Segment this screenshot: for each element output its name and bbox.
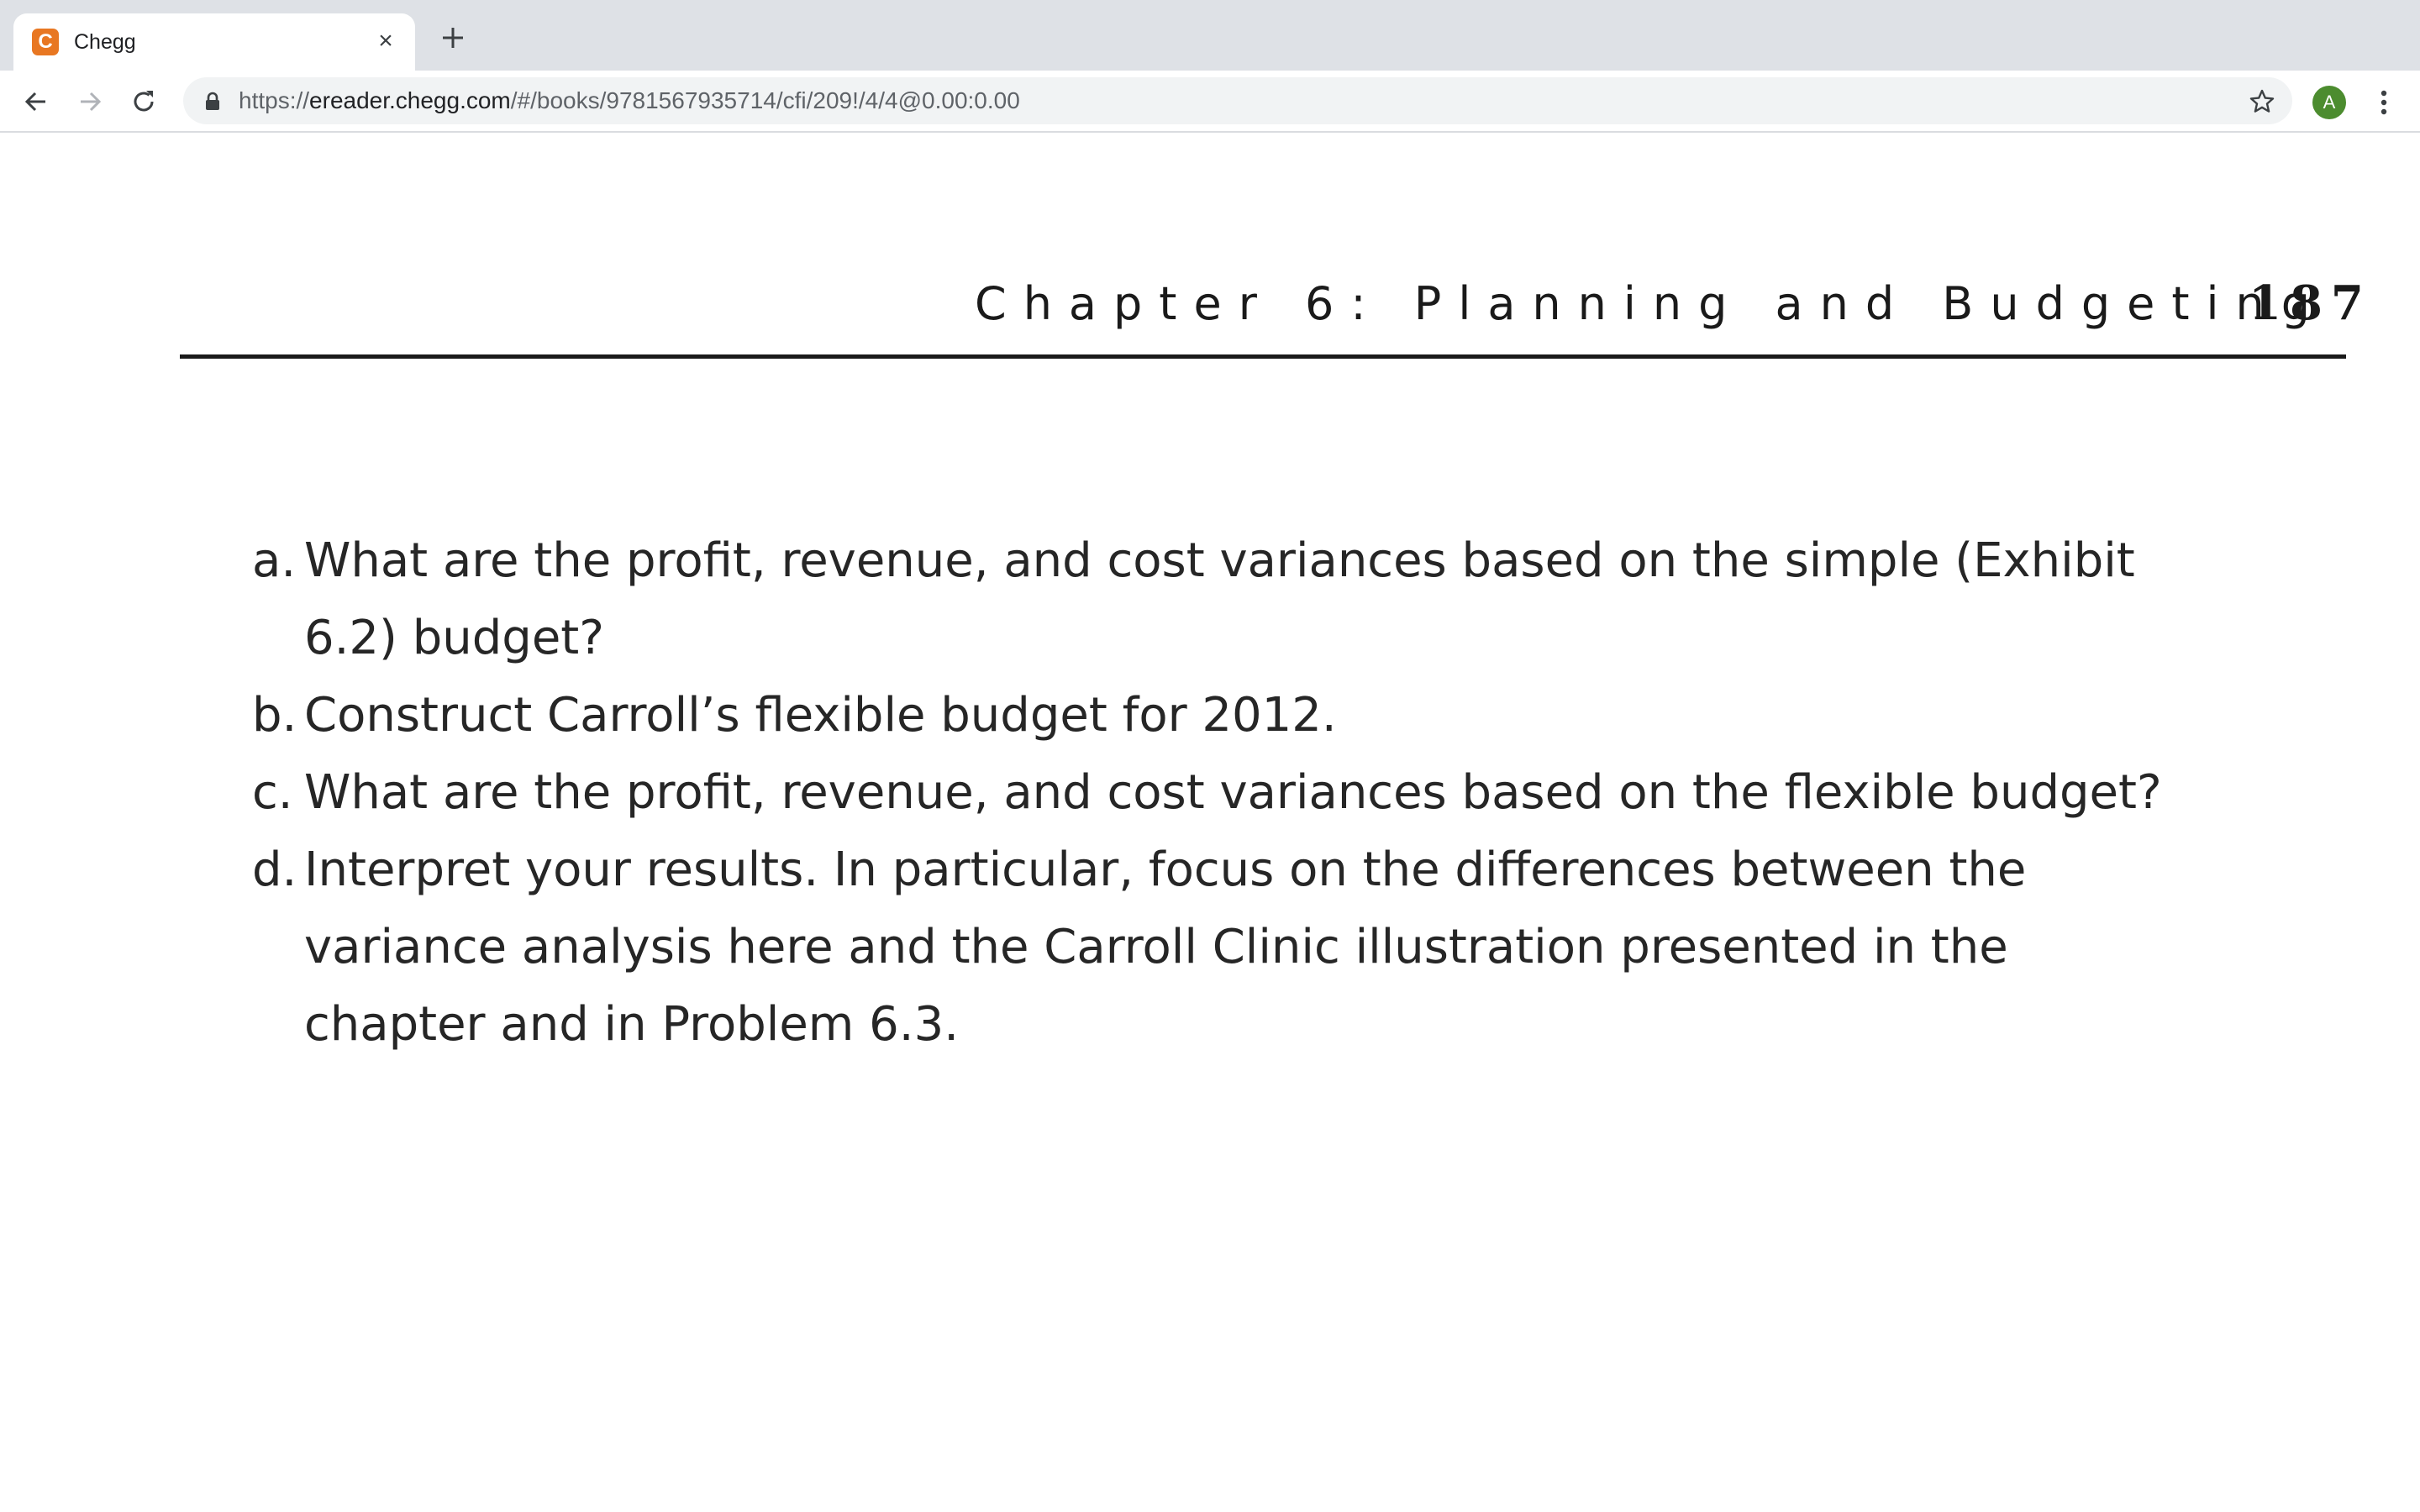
- plus-icon: [443, 28, 463, 48]
- question-line: 6.2) budget?: [304, 611, 604, 665]
- question-label: d.: [252, 843, 297, 897]
- question-a: a. What are the profit, revenue, and cos…: [252, 522, 2269, 677]
- url-host: ereader.chegg.com: [309, 87, 511, 113]
- tab-chegg[interactable]: C Chegg ×: [13, 13, 415, 71]
- back-button[interactable]: [22, 87, 50, 116]
- question-line: variance analysis here and the Carroll C…: [304, 920, 2008, 974]
- question-line: What are the profit, revenue, and cost v…: [304, 765, 2162, 820]
- reload-button[interactable]: [129, 87, 158, 116]
- new-tab-button[interactable]: [439, 24, 467, 52]
- ereader-page: Chapter 6: Planning and Budgeting 187 a.…: [0, 133, 2420, 1512]
- tab-strip: C Chegg ×: [0, 0, 2420, 71]
- tab-title: Chegg: [74, 30, 136, 54]
- url-path: /#/books/9781567935714/cfi/209!/4/4@0.00…: [510, 87, 1020, 113]
- question-label: c.: [252, 765, 293, 820]
- question-c: c. What are the profit, revenue, and cos…: [252, 754, 2269, 832]
- page-number: 187: [2249, 276, 2372, 331]
- chegg-favicon-icon: C: [32, 29, 59, 55]
- browser-toolbar: https://ereader.chegg.com/#/books/978156…: [0, 71, 2420, 133]
- question-line: Construct Carroll’s flexible budget for …: [304, 688, 1337, 743]
- url-prefix: https://: [239, 87, 310, 113]
- close-icon[interactable]: ×: [371, 27, 400, 55]
- lock-icon: [206, 92, 219, 110]
- question-d: d. Interpret your results. In particular…: [252, 832, 2269, 1063]
- url-text: https://ereader.chegg.com/#/books/978156…: [239, 87, 1020, 114]
- header-rule: [180, 354, 2346, 359]
- question-label: b.: [252, 688, 297, 743]
- question-line: What are the profit, revenue, and cost v…: [304, 533, 2135, 588]
- address-bar[interactable]: https://ereader.chegg.com/#/books/978156…: [183, 77, 2292, 124]
- profile-avatar[interactable]: A: [2312, 86, 2346, 119]
- question-list: a. What are the profit, revenue, and cos…: [252, 522, 2269, 1063]
- reload-icon: [134, 91, 154, 112]
- forward-arrow-icon: [81, 92, 102, 112]
- star-icon[interactable]: [2249, 88, 2275, 115]
- back-arrow-icon: [24, 92, 45, 112]
- question-line: Interpret your results. In particular, f…: [304, 843, 2027, 897]
- running-head: Chapter 6: Planning and Budgeting: [975, 277, 2328, 330]
- question-b: b. Construct Carroll’s flexible budget f…: [252, 677, 2269, 754]
- forward-button[interactable]: [76, 87, 104, 116]
- question-line: chapter and in Problem 6.3.: [304, 997, 959, 1052]
- browser-menu-button[interactable]: [2370, 86, 2398, 119]
- kebab-menu-icon: [2381, 90, 2387, 115]
- question-label: a.: [252, 533, 297, 588]
